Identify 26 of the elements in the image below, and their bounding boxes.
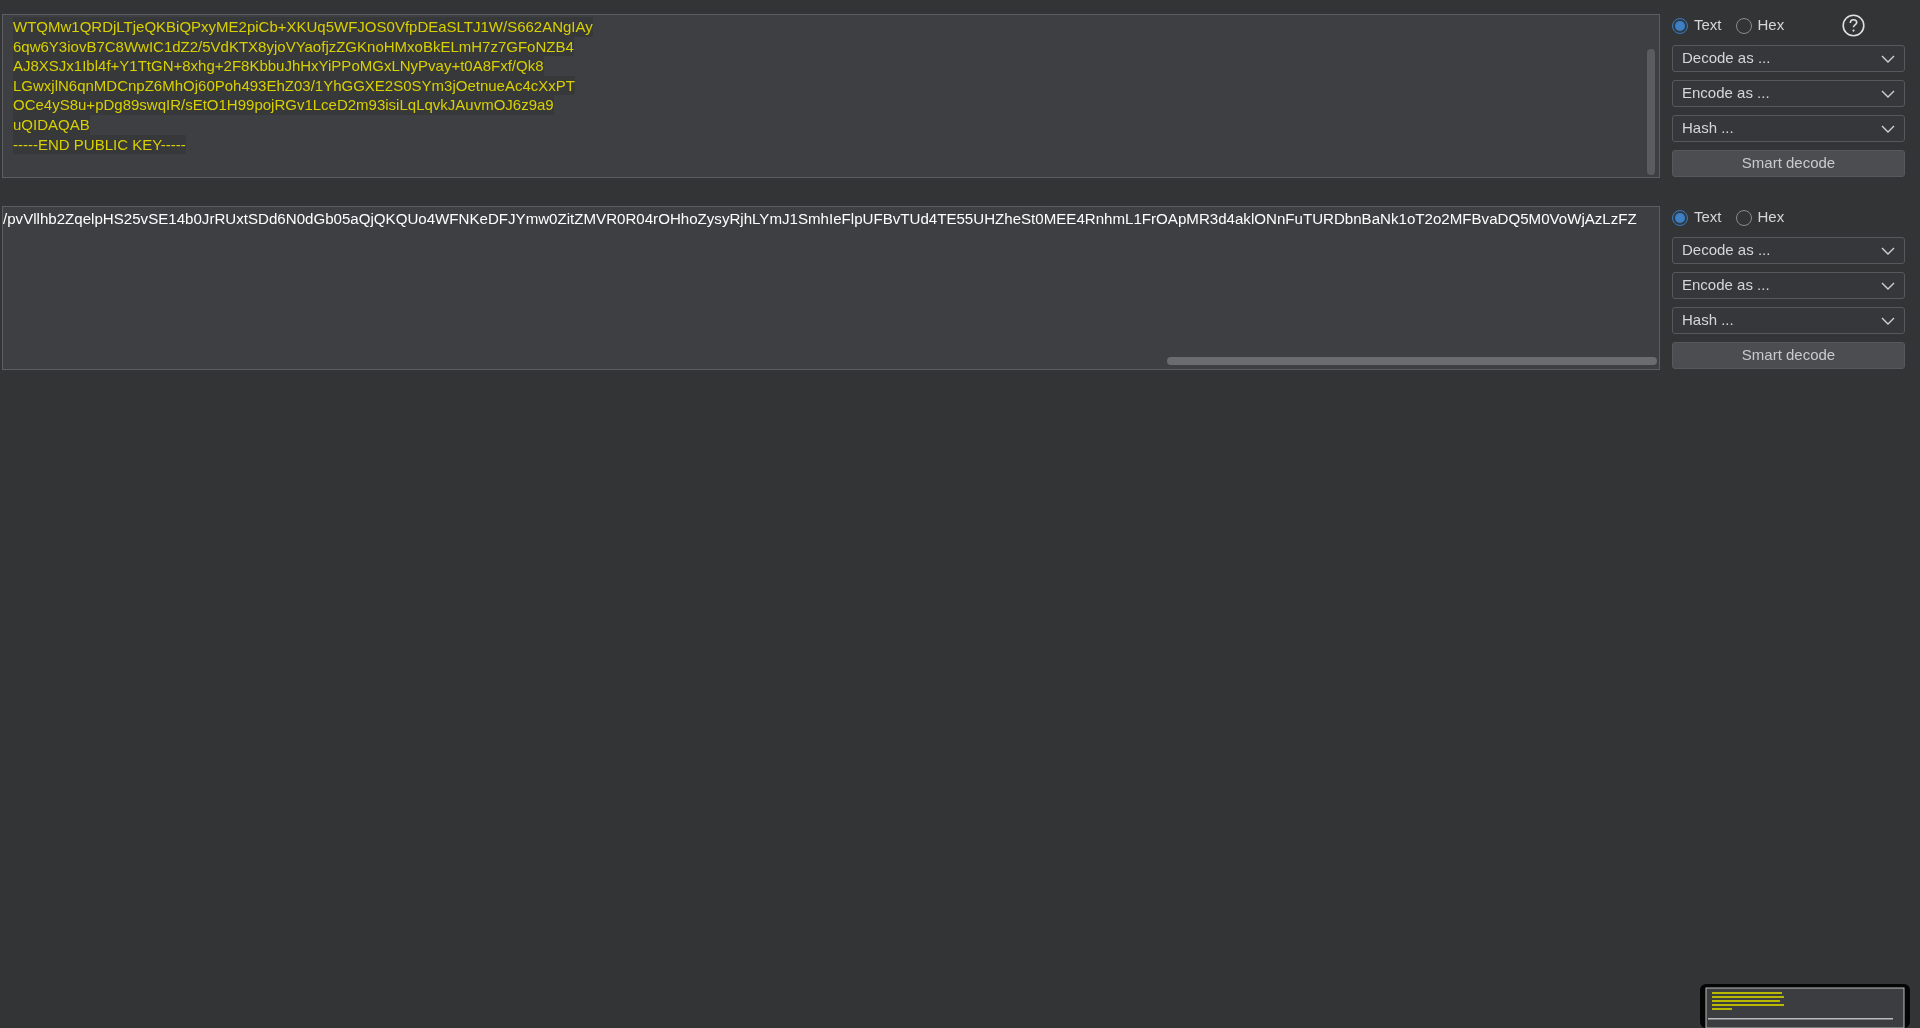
editor-text-line: /pvVllhb2ZqelpHS25vSE14b0JrRUxtSDd6N0dGb05aQjQKQUo4WFNKeDFJYmw0ZitZMVR0R04rOHhoZysyRjhLYmJ1SmhIeFlpUFBvTUd4TE55UHZheSt0MEE4RnhmL1FrOApMR3d4aklONnFuTURDbnBaNk1oT2o2MFBvaDQ5M0VoWjAzLzFZ	[3, 209, 1637, 229]
horizontal-scrollbar[interactable]	[1167, 357, 1657, 365]
chevron-down-icon	[1881, 246, 1895, 255]
chevron-down-icon	[1881, 89, 1895, 98]
dropdown[interactable]: Encode as ...	[1672, 80, 1905, 107]
help-icon[interactable]	[1842, 14, 1866, 37]
radio-label: Hex	[1757, 15, 1785, 36]
chevron-down-icon	[1881, 124, 1895, 133]
radio-label: Text	[1694, 15, 1722, 36]
dropdown[interactable]: Decode as ...	[1672, 237, 1905, 264]
dropdown[interactable]: Hash ...	[1672, 115, 1905, 142]
text-editor[interactable]	[2, 14, 1660, 178]
radio-button[interactable]	[1672, 209, 1688, 226]
chevron-down-icon	[1881, 281, 1895, 290]
vertical-scrollbar[interactable]	[1647, 49, 1655, 175]
dropdown[interactable]: Encode as ...	[1672, 272, 1905, 299]
chevron-down-icon	[1881, 316, 1895, 325]
smart-decode-button[interactable]: Smart decode	[1672, 342, 1905, 369]
dropdown[interactable]: Hash ...	[1672, 307, 1905, 334]
radio-label: Hex	[1757, 207, 1785, 228]
radio-label: Text	[1694, 207, 1722, 228]
text-editor[interactable]: /pvVllhb2ZqelpHS25vSE14b0JrRUxtSDd6N0dGb05aQjQKQUo4WFNKeDFJYmw0ZitZMVR0R04rOHhoZysyRjhLYmJ1SmhIeFlpUFBvTUd4TE55UHZheSt0MEE4RnhmL1FrOApMR3d4aklONnFuTURDbnBaNk1oT2o2MFBvaDQ5M0VoWjAzLzFZ	[2, 206, 1660, 370]
chevron-down-icon	[1881, 54, 1895, 63]
smart-decode-button[interactable]: Smart decode	[1672, 150, 1905, 177]
dropdown[interactable]: Decode as ...	[1672, 45, 1905, 72]
radio-button[interactable]	[1672, 17, 1688, 34]
